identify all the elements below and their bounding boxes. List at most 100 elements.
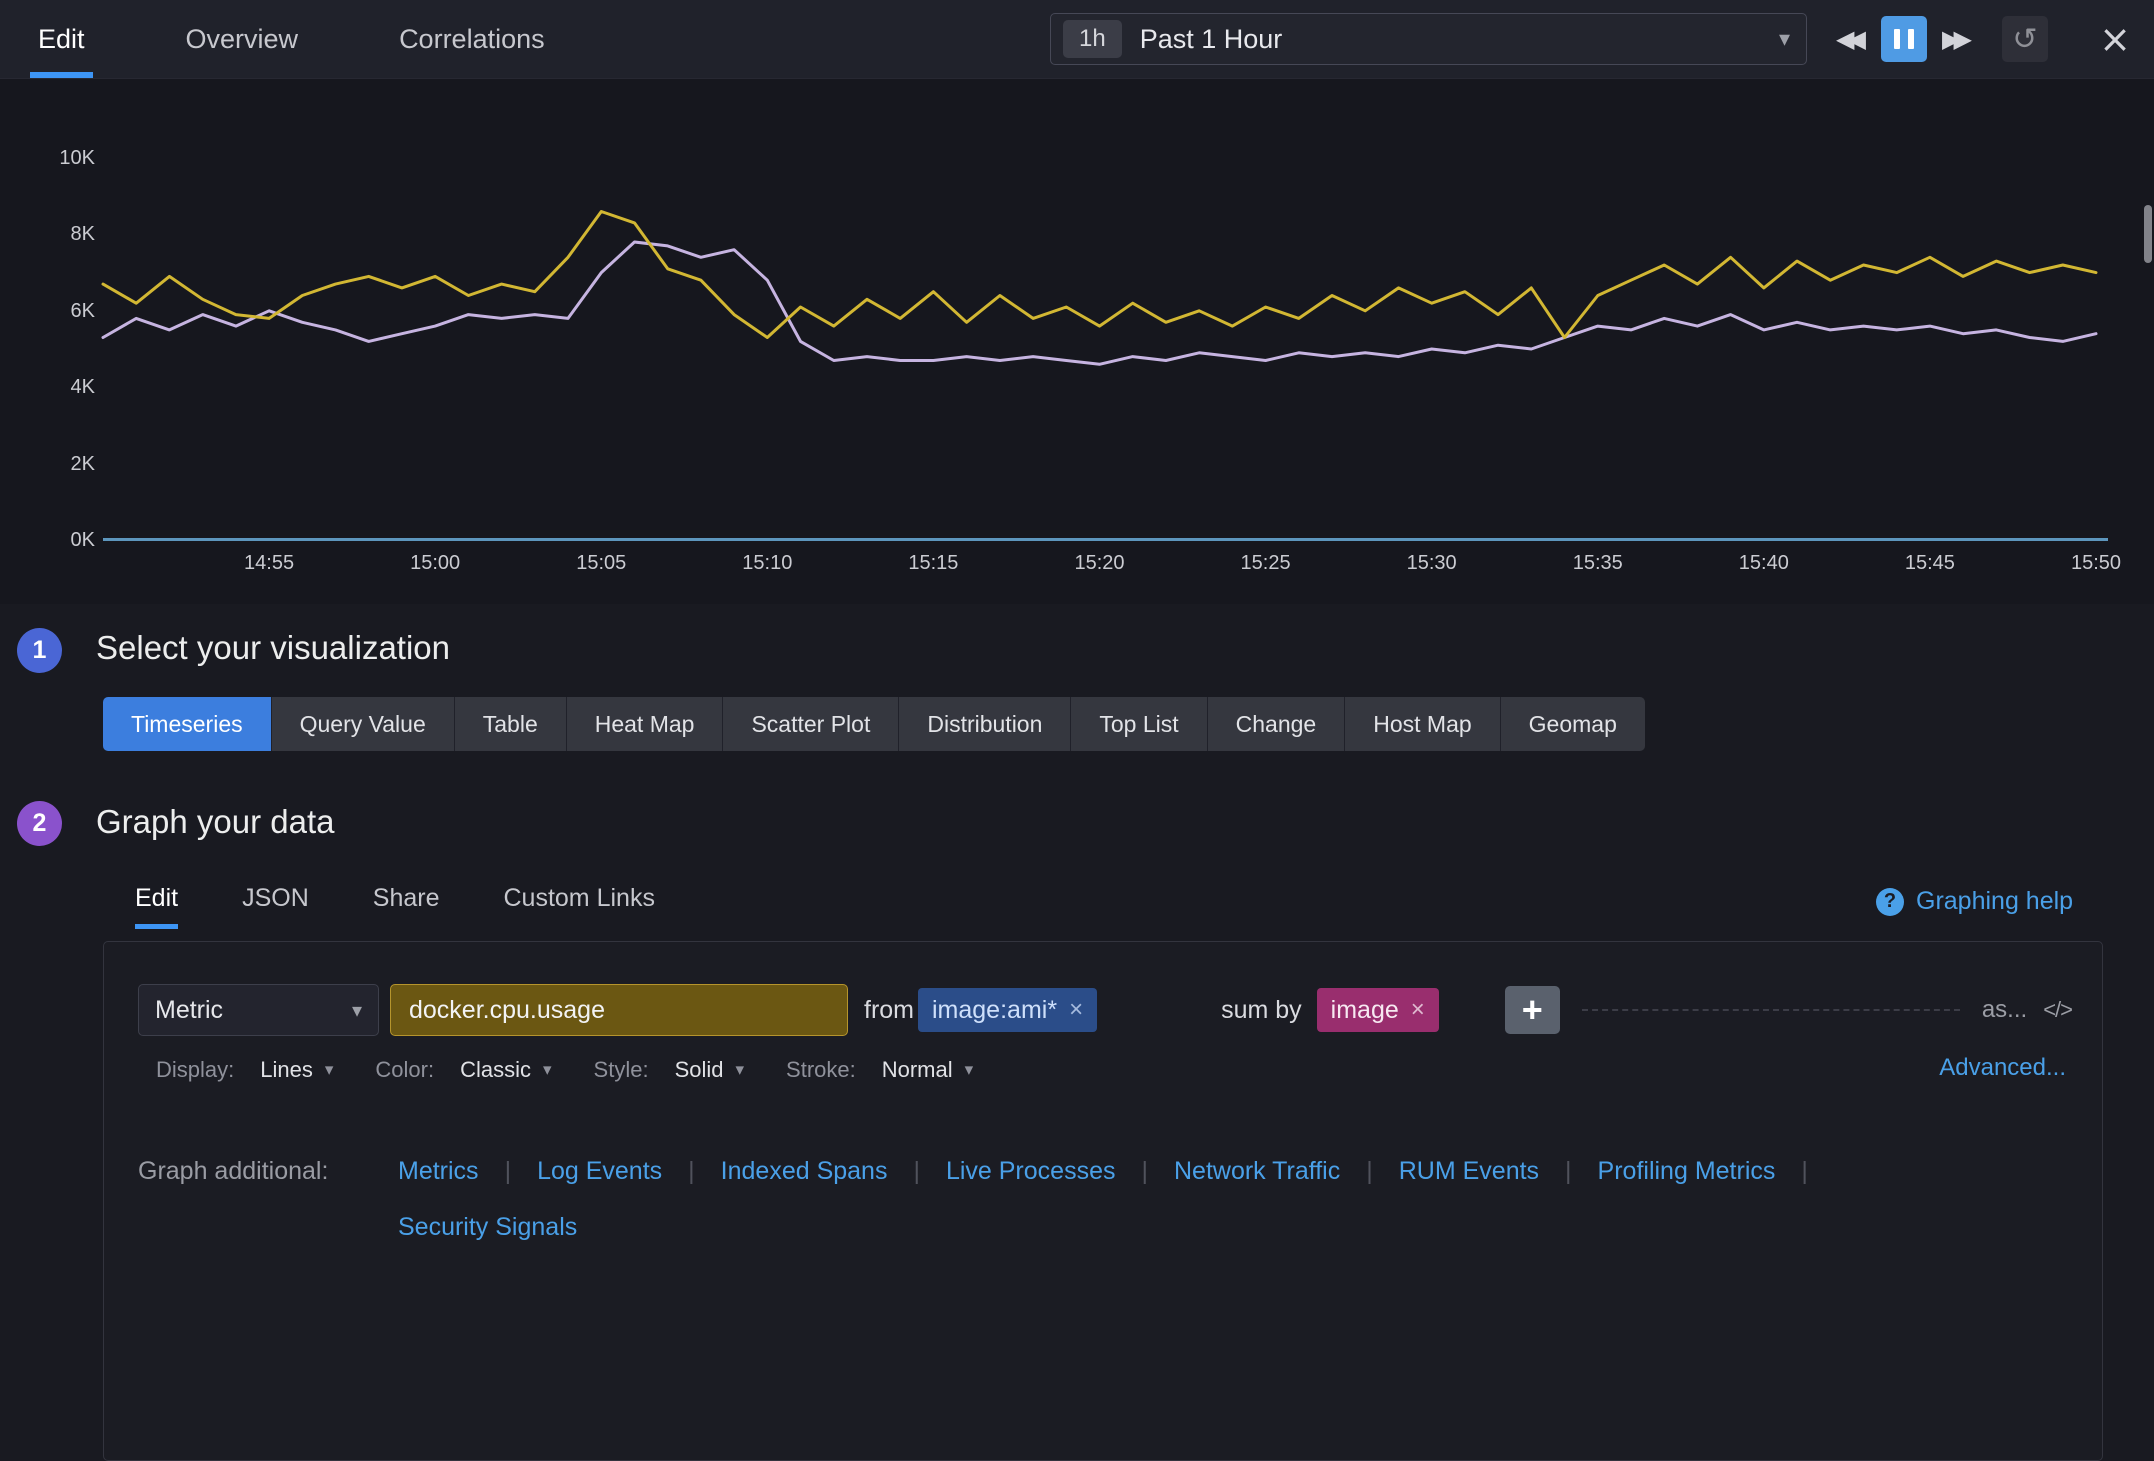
tab-edit[interactable]: Edit [30, 0, 93, 78]
tab-query-share[interactable]: Share [373, 884, 440, 929]
x-axis-label: 15:50 [2071, 552, 2121, 575]
y-axis-label: 8K [0, 220, 95, 248]
as-label[interactable]: as... [1982, 996, 2027, 1024]
chevron-down-icon: ▾ [1779, 27, 1790, 52]
graphing-help-label: Graphing help [1916, 887, 2073, 916]
filter-tag[interactable]: image:ami* × [918, 988, 1097, 1032]
header: Edit Overview Correlations 1h Past 1 Hou… [0, 0, 2154, 79]
graphing-help-link[interactable]: ? Graphing help [1876, 887, 2073, 916]
separator: | [1366, 1154, 1373, 1188]
time-range-picker[interactable]: 1h Past 1 Hour ▾ [1050, 13, 1807, 65]
graph-additional-row: Graph additional: Metrics | Log Events | Ind… [138, 1154, 1958, 1244]
viz-button-distribution[interactable]: Distribution [899, 697, 1071, 751]
metric-input[interactable]: docker.cpu.usage [390, 984, 848, 1036]
separator: | [913, 1154, 920, 1188]
x-axis-label: 15:00 [410, 552, 460, 575]
separator: | [1565, 1154, 1572, 1188]
time-range-badge: 1h [1063, 20, 1122, 58]
y-axis-label: 6K [0, 297, 95, 325]
rewind-button[interactable]: ◀◀ [1828, 16, 1874, 62]
link-profiling-metrics[interactable]: Profiling Metrics [1598, 1154, 1776, 1188]
viz-button-top-list[interactable]: Top List [1071, 697, 1207, 751]
group-by-tag-label: image [1331, 996, 1399, 1025]
color-label: Color: [375, 1057, 434, 1083]
display-select[interactable]: Lines [260, 1057, 313, 1083]
link-network-traffic[interactable]: Network Traffic [1174, 1154, 1340, 1188]
x-axis-label: 15:10 [742, 552, 792, 575]
sum-by-label: sum by [1221, 996, 1302, 1025]
y-axis-label: 2K [0, 450, 95, 478]
viz-button-timeseries[interactable]: Timeseries [103, 697, 272, 751]
viz-button-scatter-plot[interactable]: Scatter Plot [723, 697, 899, 751]
x-axis-label: 15:30 [1407, 552, 1457, 575]
x-axis-label: 15:05 [576, 552, 626, 575]
metric-type-select[interactable]: Metric ▾ [138, 984, 379, 1036]
step-1-badge: 1 [17, 628, 62, 673]
forward-button[interactable]: ▶▶ [1934, 16, 1980, 62]
separator: | [1801, 1154, 1808, 1188]
link-live-processes[interactable]: Live Processes [946, 1154, 1116, 1188]
help-icon: ? [1876, 888, 1904, 916]
style-select[interactable]: Solid [675, 1057, 724, 1083]
refresh-button[interactable]: ↺ [2002, 16, 2048, 62]
tab-query-json[interactable]: JSON [242, 884, 309, 929]
color-select[interactable]: Classic [460, 1057, 531, 1083]
viz-button-heat-map[interactable]: Heat Map [567, 697, 724, 751]
link-metrics[interactable]: Metrics [398, 1154, 479, 1188]
filter-tag-label: image:ami* [932, 996, 1057, 1025]
chevron-down-icon[interactable]: ▾ [325, 1060, 334, 1080]
scrollbar-thumb[interactable] [2144, 205, 2152, 263]
group-by-tag[interactable]: image × [1317, 988, 1439, 1032]
style-label: Style: [594, 1057, 649, 1083]
separator: | [1141, 1154, 1148, 1188]
x-axis-label: 15:35 [1573, 552, 1623, 575]
remove-filter-icon[interactable]: × [1069, 996, 1083, 1024]
x-axis: 14:5515:0015:0515:1015:1515:2015:2515:30… [103, 552, 2096, 582]
timeseries-plot [103, 158, 2096, 540]
viz-button-host-map[interactable]: Host Map [1345, 697, 1500, 751]
viz-button-table[interactable]: Table [455, 697, 567, 751]
link-rum-events[interactable]: RUM Events [1399, 1154, 1539, 1188]
x-axis-label: 15:45 [1905, 552, 1955, 575]
pause-button[interactable] [1881, 16, 1927, 62]
x-axis-label: 15:25 [1241, 552, 1291, 575]
from-label: from [864, 996, 914, 1025]
stroke-select[interactable]: Normal [882, 1057, 953, 1083]
x-axis-label: 15:20 [1074, 552, 1124, 575]
chevron-down-icon[interactable]: ▾ [965, 1060, 974, 1080]
graph-additional-label: Graph additional: [138, 1154, 398, 1188]
viz-button-change[interactable]: Change [1208, 697, 1346, 751]
add-query-button[interactable]: + [1505, 986, 1560, 1034]
chevron-down-icon: ▾ [352, 998, 362, 1022]
metric-type-label: Metric [155, 996, 223, 1025]
advanced-link[interactable]: Advanced... [1939, 1054, 2066, 1082]
link-indexed-spans[interactable]: Indexed Spans [721, 1154, 888, 1188]
display-label: Display: [156, 1057, 234, 1083]
tab-query-edit[interactable]: Edit [135, 884, 178, 929]
chevron-down-icon[interactable]: ▾ [543, 1060, 552, 1080]
pause-icon [1894, 29, 1900, 49]
y-axis-label: 0K [0, 526, 95, 554]
viz-button-geomap[interactable]: Geomap [1501, 697, 1645, 751]
y-axis-label: 10K [0, 144, 95, 172]
link-security-signals[interactable]: Security Signals [398, 1210, 577, 1244]
remove-group-by-icon[interactable]: × [1411, 996, 1425, 1024]
step-2-badge: 2 [17, 801, 62, 846]
separator: | [688, 1154, 695, 1188]
link-log-events[interactable]: Log Events [537, 1154, 662, 1188]
stroke-label: Stroke: [786, 1057, 856, 1083]
y-axis: 0K2K4K6K8K10K [0, 0, 95, 620]
graph-additional-links: Metrics | Log Events | Indexed Spans | Live Pr… [398, 1154, 1958, 1244]
graph-section-title: Graph your data [96, 803, 334, 841]
series-line-2 [103, 212, 2096, 338]
x-axis-line [103, 538, 2108, 541]
chevron-down-icon[interactable]: ▾ [735, 1060, 744, 1080]
viz-button-query-value[interactable]: Query Value [272, 697, 455, 751]
tab-correlations[interactable]: Correlations [391, 0, 553, 78]
tab-overview[interactable]: Overview [178, 0, 307, 78]
x-axis-label: 14:55 [244, 552, 294, 575]
tab-query-custom-links[interactable]: Custom Links [504, 884, 655, 929]
close-button[interactable]: × [2092, 16, 2138, 62]
query-editor-panel: Metric ▾ docker.cpu.usage from image:ami… [103, 941, 2103, 1461]
code-view-icon[interactable]: </> [2043, 997, 2072, 1023]
